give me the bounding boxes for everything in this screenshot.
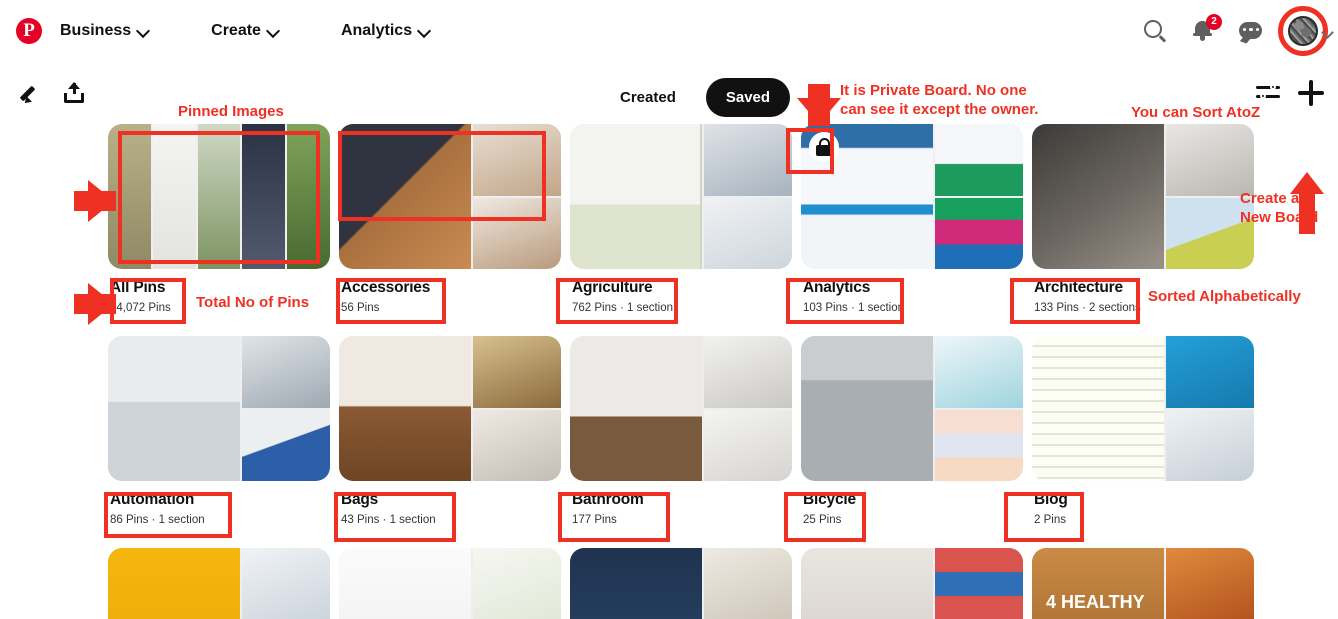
messages-icon[interactable]: [1238, 18, 1264, 44]
arrow-pointing-pinned-images: [74, 180, 116, 222]
annotation-create-new-board: Create a New Board: [1240, 190, 1319, 226]
board-meta: Agriculture 762 Pins · 1 section: [570, 269, 795, 314]
chevron-down-icon: [138, 26, 149, 37]
board-card-bathroom[interactable]: Bathroom 177 Pins: [570, 336, 795, 526]
nav-item-business[interactable]: Business: [52, 16, 157, 46]
tab-created[interactable]: Created: [600, 78, 696, 117]
board-name: Automation: [110, 491, 195, 508]
board-card-row3-4[interactable]: [801, 548, 1026, 619]
boards-row-3: 4 HEALTHY: [108, 548, 1263, 619]
plus-icon[interactable]: [1298, 80, 1324, 106]
notifications-icon[interactable]: 2: [1190, 14, 1222, 44]
board-thumbnail[interactable]: [1032, 336, 1254, 481]
board-card-automation[interactable]: Automation 86 Pins · 1 section: [108, 336, 333, 526]
board-name: Bags: [341, 491, 379, 508]
board-card-analytics[interactable]: Analytics 103 Pins · 1 section: [801, 124, 1026, 314]
annotation-total-pins: Total No of Pins: [196, 294, 310, 311]
nav-item-create-label: Create: [211, 22, 261, 39]
board-pin-count: 2 Pins: [1034, 514, 1066, 526]
notification-badge: 2: [1206, 14, 1222, 30]
board-thumbnail[interactable]: [570, 548, 792, 619]
board-thumbnail[interactable]: [801, 336, 1023, 481]
arrow-pointing-private-board: [797, 84, 841, 126]
board-card-agriculture[interactable]: Agriculture 762 Pins · 1 section: [570, 124, 795, 314]
pinterest-boards-page: P Business Create Analytics 2 Created Sa…: [0, 0, 1338, 619]
lock-icon: [809, 132, 839, 162]
board-thumbnail[interactable]: [108, 336, 330, 481]
board-name: Analytics: [803, 279, 871, 296]
board-pin-count: 86 Pins · 1 section: [110, 514, 205, 526]
board-name: Bicycle: [803, 491, 856, 508]
board-pin-count: 25 Pins: [803, 514, 842, 526]
board-card-row3-3[interactable]: [570, 548, 795, 619]
board-thumbnail[interactable]: [1032, 124, 1254, 269]
header-actions: 2: [1142, 0, 1334, 62]
pinterest-logo-icon[interactable]: P: [16, 18, 42, 44]
chevron-down-icon[interactable]: [1321, 26, 1334, 39]
board-thumbnail[interactable]: [339, 548, 561, 619]
board-thumbnail[interactable]: [339, 336, 561, 481]
board-thumbnail[interactable]: 4 HEALTHY: [1032, 548, 1254, 619]
annotation-sort-atoz: You can Sort AtoZ: [1131, 104, 1261, 121]
board-pin-count: 103 Pins · 1 section: [803, 302, 905, 314]
nav-item-analytics-label: Analytics: [340, 22, 413, 39]
sort-sliders-icon[interactable]: [1256, 82, 1280, 104]
board-card-row3-1[interactable]: [108, 548, 333, 619]
board-thumbnail[interactable]: [108, 548, 330, 619]
thumbnail-overlay-text: 4 HEALTHY: [1046, 592, 1145, 612]
boards-row-1: All Pins 14,072 Pins Accessories 56 Pins: [108, 124, 1263, 314]
share-icon[interactable]: [63, 82, 85, 104]
arrow-pointing-board-names: [74, 283, 116, 325]
board-meta: Accessories 56 Pins: [339, 269, 564, 314]
board-thumbnail[interactable]: [339, 124, 561, 269]
boards-grid: All Pins 14,072 Pins Accessories 56 Pins: [108, 124, 1263, 619]
board-meta: Bags 43 Pins · 1 section: [339, 481, 564, 526]
board-meta: Blog 2 Pins: [1032, 481, 1257, 526]
board-card-row3-2[interactable]: [339, 548, 564, 619]
board-thumbnail[interactable]: [570, 336, 792, 481]
board-thumbnail[interactable]: [570, 124, 792, 269]
board-card-architecture[interactable]: Architecture 133 Pins · 2 sections: [1032, 124, 1257, 314]
annotation-sorted-alphabetically: Sorted Alphabetically: [1148, 288, 1301, 305]
board-pin-count: 43 Pins · 1 section: [341, 514, 436, 526]
board-pin-count: 56 Pins: [341, 302, 380, 314]
board-name: Accessories: [341, 279, 431, 296]
avatar[interactable]: [1278, 6, 1334, 56]
board-card-bags[interactable]: Bags 43 Pins · 1 section: [339, 336, 564, 526]
board-name: Blog: [1034, 491, 1068, 508]
pencil-icon[interactable]: [19, 82, 44, 106]
board-thumbnail[interactable]: [801, 124, 1023, 269]
annotation-pinned-images: Pinned Images: [178, 103, 284, 120]
boards-row-2: Automation 86 Pins · 1 section Bags 43 P…: [108, 336, 1263, 526]
board-card-blog[interactable]: Blog 2 Pins: [1032, 336, 1257, 526]
profile-tabs: Created Saved: [600, 78, 791, 117]
board-meta: Automation 86 Pins · 1 section: [108, 481, 333, 526]
top-navigation-bar: P Business Create Analytics 2: [0, 0, 1338, 62]
board-card-bicycle[interactable]: Bicycle 25 Pins: [801, 336, 1026, 526]
nav-item-analytics[interactable]: Analytics: [333, 16, 438, 46]
board-name: Agriculture: [572, 279, 653, 296]
nav-item-business-label: Business: [60, 22, 132, 39]
board-meta: Bathroom 177 Pins: [570, 481, 795, 526]
board-thumbnail[interactable]: [801, 548, 1023, 619]
tab-saved[interactable]: Saved: [705, 78, 791, 117]
board-card-all-pins[interactable]: All Pins 14,072 Pins: [108, 124, 333, 314]
board-thumbnail[interactable]: [108, 124, 330, 269]
board-meta: Bicycle 25 Pins: [801, 481, 1026, 526]
nav-item-create[interactable]: Create: [203, 16, 287, 46]
board-name: Bathroom: [572, 491, 644, 508]
board-meta: Analytics 103 Pins · 1 section: [801, 269, 1026, 314]
board-pin-count: 177 Pins: [572, 514, 617, 526]
search-icon[interactable]: [1142, 18, 1168, 44]
chevron-down-icon: [268, 26, 279, 37]
board-card-row3-5[interactable]: 4 HEALTHY: [1032, 548, 1257, 619]
annotation-private-board: It is Private Board. No one can see it e…: [840, 82, 1039, 118]
board-pin-count: 762 Pins · 1 section: [572, 302, 674, 314]
board-card-accessories[interactable]: Accessories 56 Pins: [339, 124, 564, 314]
chevron-down-icon: [419, 26, 430, 37]
